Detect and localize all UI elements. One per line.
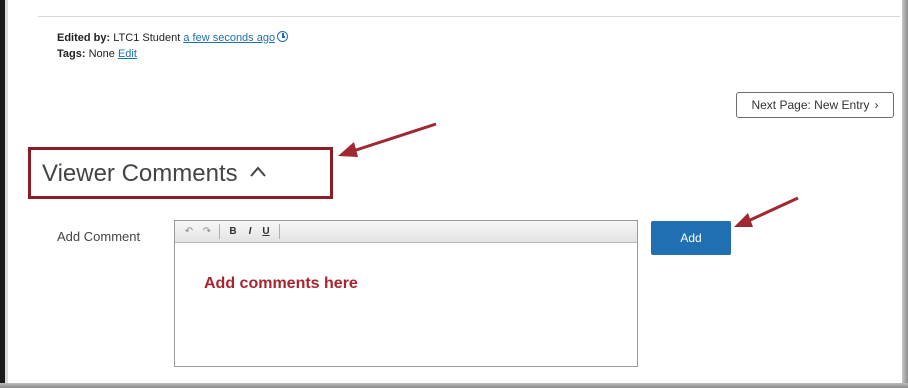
comment-text-area[interactable]: Add comments here: [175, 243, 637, 366]
window-frame: Edited by: LTC1 Student a few seconds ag…: [0, 0, 908, 388]
tags-value: None: [88, 48, 115, 60]
tags-label: Tags:: [57, 48, 86, 60]
redo-icon[interactable]: ↷: [202, 224, 212, 239]
arrow-icon: [734, 196, 799, 227]
edited-time-link[interactable]: a few seconds ago: [183, 32, 275, 44]
add-comment-label: Add Comment: [57, 229, 141, 244]
divider: [38, 16, 900, 17]
add-comment-button[interactable]: Add: [651, 221, 731, 255]
clock-icon[interactable]: [277, 31, 289, 42]
frame-bottom-border: [0, 383, 908, 388]
italic-button[interactable]: I: [245, 224, 255, 239]
section-title: Viewer Comments: [42, 160, 238, 187]
add-button-label: Add: [680, 231, 702, 245]
underline-button[interactable]: U: [261, 224, 271, 239]
edited-by-line: Edited by: LTC1 Student a few seconds ag…: [57, 31, 289, 44]
tags-line: Tags: None Edit: [57, 48, 137, 60]
toolbar-separator: [279, 224, 280, 239]
next-page-label: Next Page: New Entry: [751, 98, 870, 112]
editor-hint: Add comments here: [204, 275, 358, 292]
edit-tags-link[interactable]: Edit: [118, 48, 137, 60]
toolbar-separator: [219, 224, 220, 239]
chevron-up-icon: [249, 166, 266, 180]
comment-editor[interactable]: ↶ ↷ B I U Add comments here: [174, 220, 638, 367]
frame-left-shadow: [5, 0, 8, 388]
next-page-button[interactable]: Next Page: New Entry ›: [736, 92, 894, 118]
viewer-comments-toggle[interactable]: Viewer Comments: [42, 160, 266, 188]
bold-button[interactable]: B: [228, 224, 238, 239]
frame-right-border: [902, 0, 908, 388]
undo-icon[interactable]: ↶: [184, 224, 194, 239]
chevron-right-icon: ›: [874, 98, 879, 112]
edited-by-user: LTC1 Student: [113, 32, 181, 44]
arrow-icon: [338, 122, 437, 157]
editor-toolbar: ↶ ↷ B I U: [175, 221, 637, 243]
edited-by-label: Edited by:: [57, 32, 111, 44]
